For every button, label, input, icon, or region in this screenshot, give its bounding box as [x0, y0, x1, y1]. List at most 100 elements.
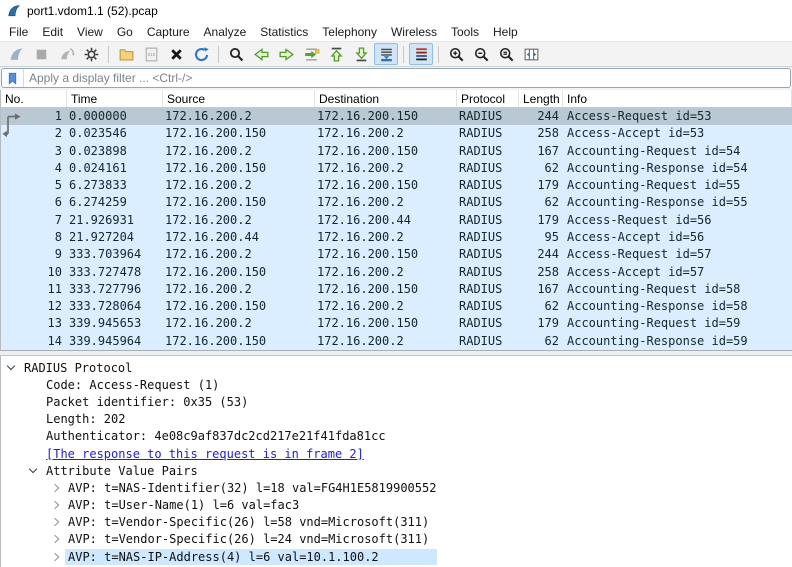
zoom-out-button[interactable]	[469, 43, 493, 65]
packet-row-6[interactable]: 66.274259172.16.200.150172.16.200.2RADIU…	[1, 194, 792, 211]
cell-len: 179	[519, 315, 563, 332]
detail-line-1[interactable]: Code: Access-Request (1)	[1, 376, 792, 393]
packet-row-3[interactable]: 30.023898172.16.200.2172.16.200.150RADIU…	[1, 143, 792, 160]
detail-line-0[interactable]: RADIUS Protocol	[1, 359, 792, 376]
capture-options-icon	[83, 46, 100, 63]
chevron-down-icon[interactable]	[26, 464, 40, 478]
column-header-length[interactable]: Length	[519, 90, 563, 107]
go-to-first-button[interactable]	[324, 43, 348, 65]
frame-link[interactable]: [The response to this request is in fram…	[43, 446, 367, 462]
expander-spacer	[26, 429, 40, 443]
column-header-no[interactable]: No.	[1, 90, 67, 107]
go-to-packet-button[interactable]	[299, 43, 323, 65]
menu-edit[interactable]: Edit	[35, 23, 70, 41]
chevron-right-icon[interactable]	[48, 515, 62, 529]
go-forward-button[interactable]	[274, 43, 298, 65]
detail-line-7[interactable]: AVP: t=NAS-Identifier(32) l=18 val=FG4H1…	[1, 479, 792, 496]
detail-line-4[interactable]: Authenticator: 4e08c9af837dc2cd217e21f41…	[1, 428, 792, 445]
cell-src: 172.16.200.150	[163, 160, 315, 177]
cell-no: 3	[1, 143, 67, 160]
cell-dst: 172.16.200.150	[315, 246, 457, 263]
go-back-button[interactable]	[249, 43, 273, 65]
packet-row-9[interactable]: 9333.703964172.16.200.2172.16.200.150RAD…	[1, 246, 792, 263]
find-packet-button[interactable]	[224, 43, 248, 65]
packet-row-5[interactable]: 56.273833172.16.200.2172.16.200.150RADIU…	[1, 177, 792, 194]
detail-text: Authenticator: 4e08c9af837dc2cd217e21f41…	[43, 428, 389, 444]
colorize-button[interactable]	[409, 43, 433, 65]
menu-view[interactable]: View	[70, 23, 110, 41]
packet-row-12[interactable]: 12333.728064172.16.200.150172.16.200.2RA…	[1, 298, 792, 315]
chevron-right-icon[interactable]	[48, 532, 62, 546]
menu-bar: FileEditViewGoCaptureAnalyzeStatisticsTe…	[0, 22, 792, 41]
chevron-right-icon[interactable]	[48, 550, 62, 564]
cell-dst: 172.16.200.2	[315, 194, 457, 211]
go-to-last-button[interactable]	[349, 43, 373, 65]
auto-scroll-button[interactable]	[374, 43, 398, 65]
open-file-button[interactable]	[114, 43, 138, 65]
packet-row-8[interactable]: 821.927204172.16.200.44172.16.200.2RADIU…	[1, 229, 792, 246]
packet-row-1[interactable]: 10.000000172.16.200.2172.16.200.150RADIU…	[1, 108, 792, 125]
svg-text:010: 010	[147, 52, 155, 57]
menu-tools[interactable]: Tools	[444, 23, 486, 41]
chevron-right-icon[interactable]	[48, 481, 62, 495]
menu-go[interactable]: Go	[110, 23, 140, 41]
filter-bar	[0, 67, 792, 90]
detail-line-6[interactable]: Attribute Value Pairs	[1, 462, 792, 479]
packet-row-13[interactable]: 13339.945653172.16.200.2172.16.200.150RA…	[1, 315, 792, 332]
packet-row-7[interactable]: 721.926931172.16.200.2172.16.200.44RADIU…	[1, 212, 792, 229]
cell-info: Access-Accept id=53	[563, 125, 792, 142]
zoom-reset-button[interactable]	[494, 43, 518, 65]
colorize-icon	[413, 46, 430, 63]
resize-columns-button[interactable]	[519, 43, 543, 65]
cell-src: 172.16.200.2	[163, 177, 315, 194]
close-file-button[interactable]	[164, 43, 188, 65]
packet-row-2[interactable]: 20.023546172.16.200.150172.16.200.2RADIU…	[1, 125, 792, 142]
packet-row-4[interactable]: 40.024161172.16.200.150172.16.200.2RADIU…	[1, 160, 792, 177]
column-header-destination[interactable]: Destination	[315, 90, 457, 107]
cell-info: Accounting-Response id=59	[563, 333, 792, 350]
column-header-time[interactable]: Time	[67, 90, 163, 107]
detail-line-10[interactable]: AVP: t=Vendor-Specific(26) l=24 vnd=Micr…	[1, 531, 792, 548]
packet-row-11[interactable]: 11333.727796172.16.200.2172.16.200.150RA…	[1, 281, 792, 298]
detail-line-11[interactable]: AVP: t=NAS-IP-Address(4) l=6 val=10.1.10…	[1, 548, 792, 565]
cell-time: 339.945964	[67, 333, 163, 350]
cell-proto: RADIUS	[457, 177, 519, 194]
zoom-in-button[interactable]	[444, 43, 468, 65]
menu-analyze[interactable]: Analyze	[197, 23, 254, 41]
detail-line-8[interactable]: AVP: t=User-Name(1) l=6 val=fac3	[1, 497, 792, 514]
detail-line-9[interactable]: AVP: t=Vendor-Specific(26) l=58 vnd=Micr…	[1, 514, 792, 531]
cell-src: 172.16.200.2	[163, 315, 315, 332]
reload-file-button[interactable]	[189, 43, 213, 65]
capture-options-button[interactable]	[79, 43, 103, 65]
packet-row-10[interactable]: 10333.727478172.16.200.150172.16.200.2RA…	[1, 264, 792, 281]
menu-capture[interactable]: Capture	[140, 23, 197, 41]
menu-statistics[interactable]: Statistics	[253, 23, 315, 41]
chevron-right-icon[interactable]	[48, 498, 62, 512]
detail-text: Length: 202	[43, 411, 128, 427]
column-header-info[interactable]: Info	[563, 90, 792, 107]
cell-no: 14	[1, 333, 67, 350]
detail-line-3[interactable]: Length: 202	[1, 411, 792, 428]
menu-wireless[interactable]: Wireless	[384, 23, 444, 41]
toolbar-separator	[108, 46, 109, 63]
packet-row-14[interactable]: 14339.945964172.16.200.150172.16.200.2RA…	[1, 333, 792, 350]
cell-len: 258	[519, 264, 563, 281]
cell-dst: 172.16.200.2	[315, 229, 457, 246]
chevron-down-icon[interactable]	[4, 361, 18, 375]
bookmark-icon[interactable]	[2, 69, 24, 87]
cell-src: 172.16.200.2	[163, 212, 315, 229]
cell-proto: RADIUS	[457, 298, 519, 315]
column-header-protocol[interactable]: Protocol	[457, 90, 519, 107]
toolbar-separator	[438, 46, 439, 63]
detail-line-5[interactable]: [The response to this request is in fram…	[1, 445, 792, 462]
display-filter-input[interactable]	[24, 69, 790, 87]
column-header-source[interactable]: Source	[163, 90, 315, 107]
go-to-packet-icon	[303, 46, 320, 63]
menu-help[interactable]: Help	[486, 23, 525, 41]
detail-line-2[interactable]: Packet identifier: 0x35 (53)	[1, 393, 792, 410]
detail-text: Packet identifier: 0x35 (53)	[43, 394, 251, 410]
zoom-reset-icon	[498, 46, 515, 63]
menu-file[interactable]: File	[2, 23, 35, 41]
cell-time: 6.274259	[67, 194, 163, 211]
menu-telephony[interactable]: Telephony	[315, 23, 384, 41]
